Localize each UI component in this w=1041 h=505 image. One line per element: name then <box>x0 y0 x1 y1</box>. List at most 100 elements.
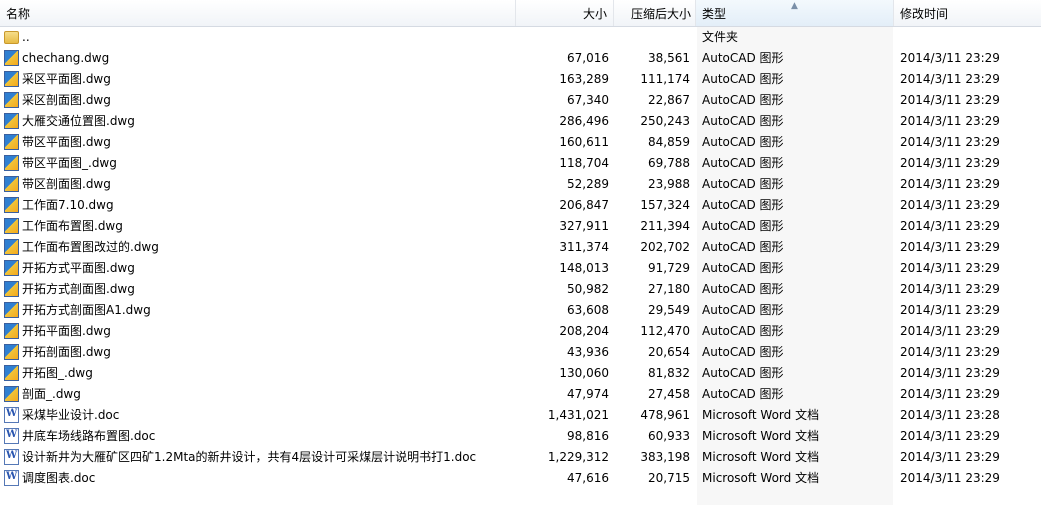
file-modified-time: 2014/3/11 23:29 <box>900 471 1000 485</box>
file-row[interactable]: 开拓平面图.dwg 208,204 112,470 AutoCAD 图形 2014/3/… <box>0 321 1041 342</box>
file-row[interactable]: 采区平面图.dwg 163,289 111,174 AutoCAD 图形 2014/3/… <box>0 69 1041 90</box>
file-size: 160,611 <box>559 135 609 149</box>
file-compressed-size: 27,458 <box>648 387 690 401</box>
word-doc-icon <box>4 407 19 423</box>
file-type: AutoCAD 图形 <box>702 240 784 254</box>
file-name: 采煤毕业设计.doc <box>22 408 120 422</box>
file-size: 286,496 <box>559 114 609 128</box>
dwg-file-icon <box>4 218 19 234</box>
file-type: AutoCAD 图形 <box>702 135 784 149</box>
dwg-file-icon <box>4 134 19 150</box>
file-size: 67,340 <box>567 93 609 107</box>
file-name: 带区剖面图.dwg <box>22 177 111 191</box>
file-modified-time: 2014/3/11 23:29 <box>900 366 1000 380</box>
dwg-file-icon <box>4 50 19 66</box>
file-modified-time: 2014/3/11 23:28 <box>900 408 1000 422</box>
file-compressed-size: 478,961 <box>640 408 690 422</box>
file-row[interactable]: 工作面布置图改过的.dwg 311,374 202,702 AutoCAD 图形 201… <box>0 237 1041 258</box>
file-row[interactable]: 开拓方式剖面图.dwg 50,982 27,180 AutoCAD 图形 2014/3/… <box>0 279 1041 300</box>
file-size: 98,816 <box>567 429 609 443</box>
file-size: 148,013 <box>559 261 609 275</box>
file-name: 剖面_.dwg <box>22 387 81 401</box>
file-size: 206,847 <box>559 198 609 212</box>
dwg-file-icon <box>4 260 19 276</box>
file-row[interactable]: 带区平面图_.dwg 118,704 69,788 AutoCAD 图形 2014/3/… <box>0 153 1041 174</box>
file-row[interactable]: 工作面7.10.dwg 206,847 157,324 AutoCAD 图形 2014/… <box>0 195 1041 216</box>
file-row[interactable]: .. 文件夹 <box>0 27 1041 48</box>
file-modified-time: 2014/3/11 23:29 <box>900 156 1000 170</box>
file-row[interactable]: 带区平面图.dwg 160,611 84,859 AutoCAD 图形 2014/3/1… <box>0 132 1041 153</box>
file-size: 47,616 <box>567 471 609 485</box>
file-name: 开拓方式平面图.dwg <box>22 261 135 275</box>
file-name: 开拓剖面图.dwg <box>22 345 111 359</box>
file-modified-time: 2014/3/11 23:29 <box>900 198 1000 212</box>
column-header-name[interactable]: 名称 <box>0 0 516 26</box>
column-header-modified[interactable]: 修改时间 <box>894 0 1041 26</box>
file-row[interactable]: chechang.dwg 67,016 38,561 AutoCAD 图形 2014/3… <box>0 48 1041 69</box>
file-compressed-size: 91,729 <box>648 261 690 275</box>
file-compressed-size: 211,394 <box>640 219 690 233</box>
file-name: 带区平面图_.dwg <box>22 156 117 170</box>
file-compressed-size: 38,561 <box>648 51 690 65</box>
file-name: 开拓方式剖面图.dwg <box>22 282 135 296</box>
column-header-compressed-size[interactable]: 压缩后大小 <box>614 0 696 26</box>
file-name: 大雁交通位置图.dwg <box>22 114 135 128</box>
file-name: 调度图表.doc <box>22 471 96 485</box>
dwg-file-icon <box>4 323 19 339</box>
file-compressed-size: 157,324 <box>640 198 690 212</box>
file-compressed-size: 84,859 <box>648 135 690 149</box>
file-modified-time: 2014/3/11 23:29 <box>900 135 1000 149</box>
file-compressed-size: 23,988 <box>648 177 690 191</box>
column-header-size[interactable]: 大小 <box>516 0 614 26</box>
file-type: AutoCAD 图形 <box>702 72 784 86</box>
file-modified-time: 2014/3/11 23:29 <box>900 345 1000 359</box>
file-size: 52,289 <box>567 177 609 191</box>
file-modified-time: 2014/3/11 23:29 <box>900 114 1000 128</box>
file-row[interactable]: 开拓剖面图.dwg 43,936 20,654 AutoCAD 图形 2014/3/11… <box>0 342 1041 363</box>
dwg-file-icon <box>4 281 19 297</box>
file-name: 工作面布置图改过的.dwg <box>22 240 159 254</box>
file-compressed-size: 112,470 <box>640 324 690 338</box>
file-modified-time: 2014/3/11 23:29 <box>900 240 1000 254</box>
file-modified-time: 2014/3/11 23:29 <box>900 51 1000 65</box>
file-row[interactable]: 剖面_.dwg 47,974 27,458 AutoCAD 图形 2014/3/11 2… <box>0 384 1041 405</box>
file-modified-time: 2014/3/11 23:29 <box>900 429 1000 443</box>
file-type: 文件夹 <box>702 30 739 44</box>
file-compressed-size: 81,832 <box>648 366 690 380</box>
file-compressed-size: 20,654 <box>648 345 690 359</box>
file-row[interactable]: 设计新井为大雁矿区四矿1.2Mta的新井设计，共有4层设计可采煤层计说明书打1.… <box>0 447 1041 468</box>
file-modified-time: 2014/3/11 23:29 <box>900 450 1000 464</box>
file-modified-time: 2014/3/11 23:29 <box>900 219 1000 233</box>
file-type: AutoCAD 图形 <box>702 156 784 170</box>
file-row[interactable]: 开拓方式平面图.dwg 148,013 91,729 AutoCAD 图形 2014/3… <box>0 258 1041 279</box>
column-header-type-label: 类型 <box>702 7 727 21</box>
file-row[interactable]: 开拓图_.dwg 130,060 81,832 AutoCAD 图形 2014/3/11… <box>0 363 1041 384</box>
dwg-file-icon <box>4 197 19 213</box>
file-row[interactable]: 带区剖面图.dwg 52,289 23,988 AutoCAD 图形 2014/3/11… <box>0 174 1041 195</box>
file-row[interactable]: 开拓方式剖面图A1.dwg 63,608 29,549 AutoCAD 图形 2014/… <box>0 300 1041 321</box>
file-row[interactable]: 工作面布置图.dwg 327,911 211,394 AutoCAD 图形 2014/3… <box>0 216 1041 237</box>
file-size: 47,974 <box>567 387 609 401</box>
file-modified-time: 2014/3/11 23:29 <box>900 387 1000 401</box>
file-row[interactable]: 调度图表.doc 47,616 20,715 Microsoft Word 文档 201… <box>0 468 1041 489</box>
file-row[interactable]: 采区剖面图.dwg 67,340 22,867 AutoCAD 图形 2014/3/11… <box>0 90 1041 111</box>
file-size: 63,608 <box>567 303 609 317</box>
file-modified-time: 2014/3/11 23:29 <box>900 324 1000 338</box>
file-compressed-size: 111,174 <box>640 72 690 86</box>
file-type: AutoCAD 图形 <box>702 345 784 359</box>
dwg-file-icon <box>4 92 19 108</box>
file-size: 118,704 <box>559 156 609 170</box>
file-name: .. <box>22 30 30 44</box>
file-size: 50,982 <box>567 282 609 296</box>
file-row[interactable]: 井底车场线路布置图.doc 98,816 60,933 Microsoft Word … <box>0 426 1041 447</box>
column-header-type[interactable]: 类型 ▲ <box>696 0 894 26</box>
file-row[interactable]: 采煤毕业设计.doc 1,431,021 478,961 Microsoft Word… <box>0 405 1041 426</box>
file-size: 67,016 <box>567 51 609 65</box>
file-name: 设计新井为大雁矿区四矿1.2Mta的新井设计，共有4层设计可采煤层计说明书打1.… <box>22 450 477 464</box>
file-type: AutoCAD 图形 <box>702 387 784 401</box>
column-header: 名称 大小 压缩后大小 类型 ▲ 修改时间 <box>0 0 1041 27</box>
file-compressed-size: 383,198 <box>640 450 690 464</box>
file-modified-time: 2014/3/11 23:29 <box>900 261 1000 275</box>
file-row[interactable]: 大雁交通位置图.dwg 286,496 250,243 AutoCAD 图形 2014/… <box>0 111 1041 132</box>
file-size: 1,431,021 <box>547 408 609 422</box>
